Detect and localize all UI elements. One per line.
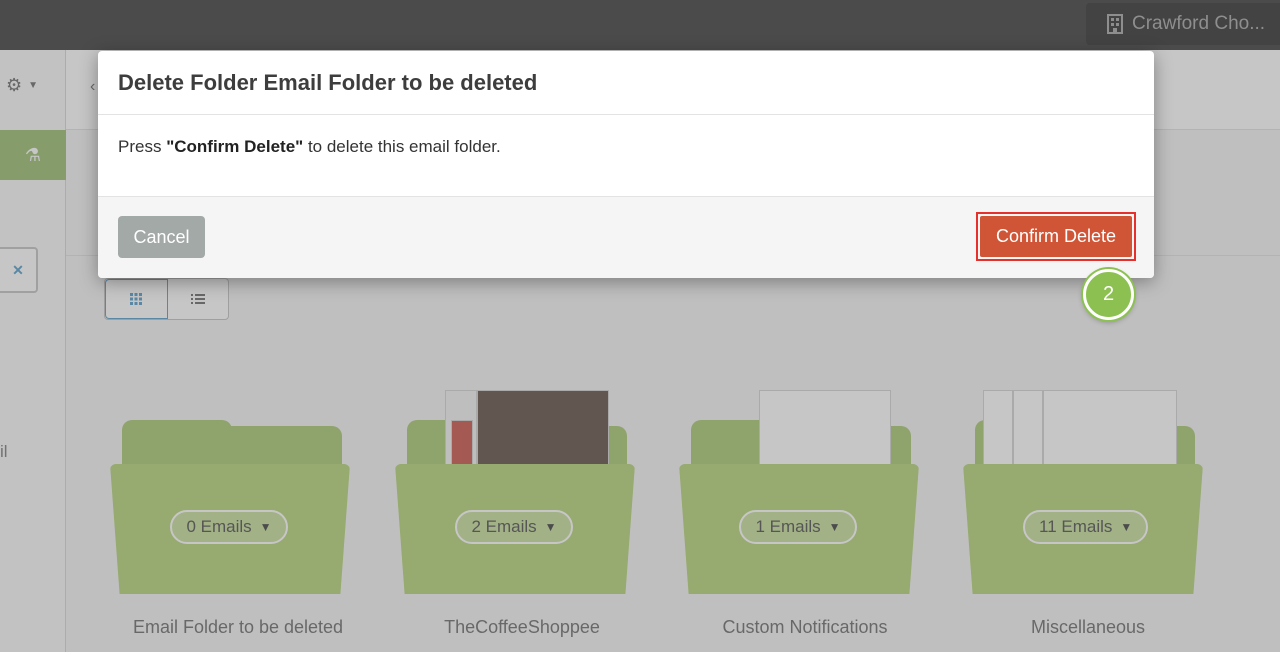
dialog-footer: Cancel Confirm Delete [98,197,1154,278]
confirm-delete-highlight: Confirm Delete [976,212,1136,261]
step-marker: 2 [1083,269,1134,320]
dialog-message-emphasis: "Confirm Delete" [166,137,304,156]
dialog-message-prefix: Press [118,137,167,156]
confirm-delete-button[interactable]: Confirm Delete [980,216,1132,257]
dialog-header: Delete Folder Email Folder to be deleted [98,51,1154,115]
delete-folder-dialog: Delete Folder Email Folder to be deleted… [98,51,1154,278]
dialog-title: Delete Folder Email Folder to be deleted [118,69,538,95]
cancel-button[interactable]: Cancel [118,216,205,258]
dialog-message-suffix: to delete this email folder. [303,137,501,156]
dialog-body: Press "Confirm Delete" to delete this em… [98,115,1154,197]
